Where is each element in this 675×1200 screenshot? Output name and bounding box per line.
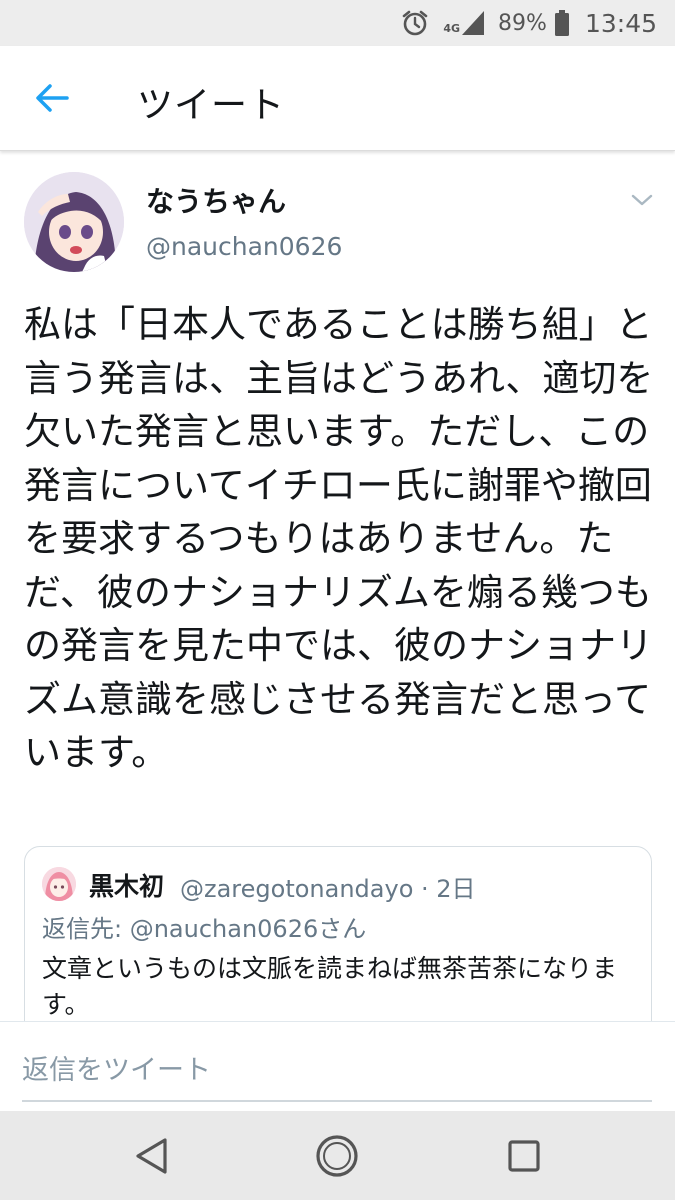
page-title: ツイート	[137, 85, 286, 126]
quoted-handle-time: @zaregotonandayo · 2日	[180, 875, 476, 903]
display-name[interactable]: なうちゃん	[146, 180, 286, 220]
tweet-text: 私は「日本人であることは勝ち組」と言う発言は、主旨はどうあれ、適切を欠いた発言と…	[24, 303, 654, 774]
square-recents-icon	[508, 1140, 540, 1172]
quoted-text: 文章というものは文脈を読まねば無茶苦茶になります。	[42, 954, 618, 1019]
navigation-bar	[0, 1111, 675, 1200]
tweet-detail-screen: 4G 89% 13:45 ツイート なうちゃん @nauchan0626 私は「…	[0, 0, 675, 1200]
nav-back-button[interactable]	[128, 1133, 174, 1179]
signal-4g-icon: 4G	[443, 11, 485, 35]
circle-home-icon	[316, 1135, 358, 1177]
battery-percent: 89%	[498, 10, 547, 36]
arrow-left-icon	[36, 84, 69, 112]
battery-icon	[554, 10, 569, 36]
user-handle[interactable]: @nauchan0626	[146, 232, 342, 261]
chevron-down-icon[interactable]	[630, 190, 654, 210]
avatar[interactable]	[24, 172, 124, 272]
network-type-label: 4G	[443, 22, 461, 35]
status-bar: 4G 89% 13:45	[0, 0, 675, 46]
reply-bar: 返信をツイート	[0, 1021, 675, 1112]
reply-input[interactable]: 返信をツイート	[22, 1048, 211, 1087]
status-time: 13:45	[584, 8, 657, 38]
quoted-reply-to: 返信先: @nauchan0626さん	[42, 915, 367, 943]
triangle-back-icon	[136, 1138, 167, 1174]
alarm-clock-icon	[401, 9, 429, 37]
quoted-display-name: 黒木初	[89, 872, 165, 901]
quoted-avatar[interactable]	[42, 867, 76, 901]
back-button[interactable]	[30, 76, 74, 120]
nav-home-button[interactable]	[314, 1133, 360, 1179]
app-bar: ツイート	[0, 46, 675, 151]
nav-recents-button[interactable]	[501, 1133, 547, 1179]
reply-input-underline	[22, 1100, 652, 1102]
